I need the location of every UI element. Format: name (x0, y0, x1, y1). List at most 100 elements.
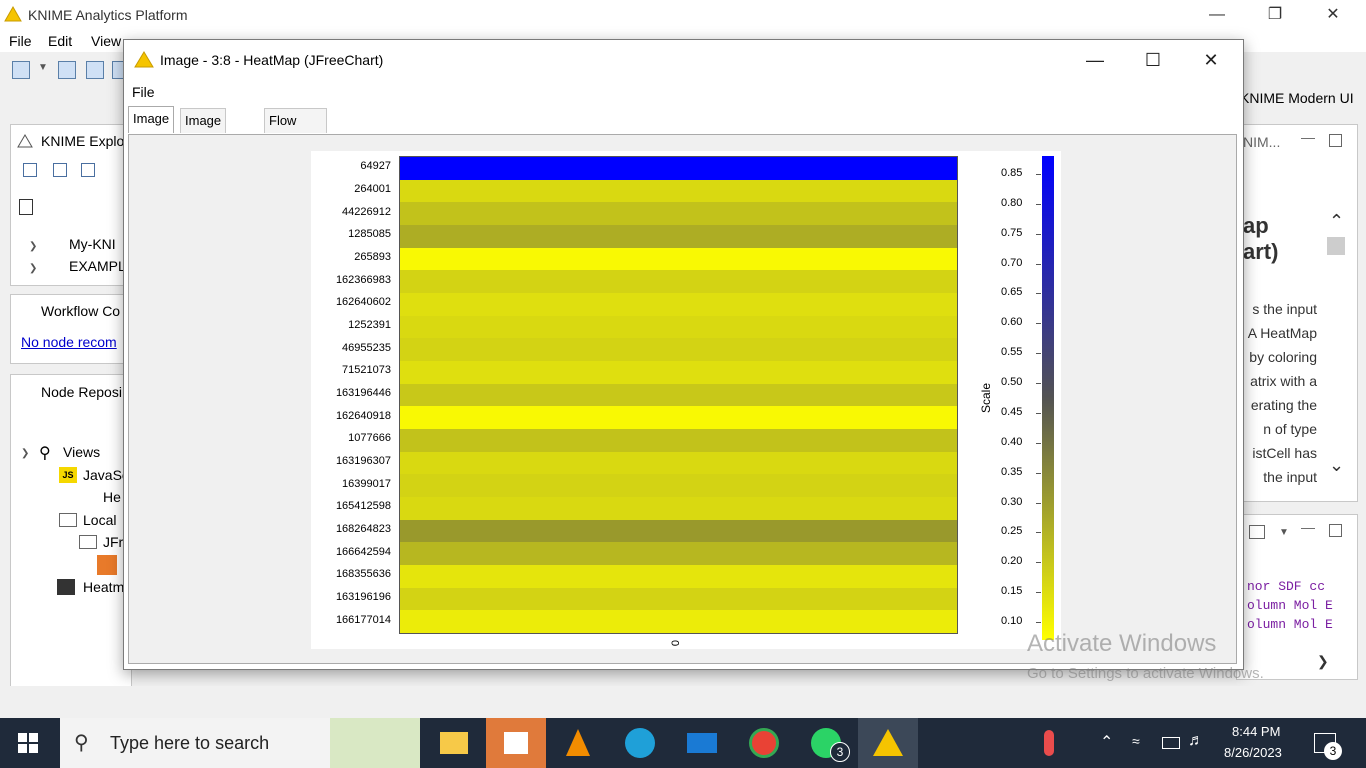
heatmap-node-icon[interactable] (97, 555, 117, 575)
dialog-close-button[interactable]: ✕ (1182, 40, 1240, 80)
chevron-right-icon[interactable]: ❯ (29, 241, 37, 252)
volume-icon[interactable]: ♬ (1188, 732, 1204, 750)
main-title-bar: KNIME Analytics Platform — ❐ ✕ (0, 0, 1366, 30)
chevron-down-icon[interactable]: ❯ (21, 448, 29, 459)
minimize-button[interactable]: — (1188, 0, 1246, 30)
scrollbar-thumb[interactable] (1327, 237, 1345, 255)
scroll-up-icon[interactable]: ⌃ (1329, 211, 1344, 232)
scale-tick-mark (1036, 323, 1041, 325)
description-panel: NIM... — ap art) s the input A HeatMap b… (1236, 124, 1358, 502)
temperature-icon[interactable] (1044, 730, 1054, 756)
no-node-recommendation-link[interactable]: No node recom (21, 334, 117, 350)
minimize-icon[interactable]: — (1301, 519, 1315, 535)
heatmap-chart: 64927 264001 44226912 1285085 265893 16236698… (311, 151, 1061, 649)
scale-tick-mark (1036, 442, 1041, 444)
row-labels: 64927 264001 44226912 1285085 265893 16236698… (311, 151, 391, 649)
dialog-minimize-button[interactable]: — (1066, 40, 1124, 80)
row-label: 163196196 (335, 591, 391, 603)
tree-item-jfreechart[interactable]: JFr (103, 534, 123, 550)
tree-item-heatmap[interactable]: Heatm (83, 579, 124, 595)
chrome-icon[interactable] (734, 718, 794, 768)
save-as-icon[interactable] (86, 61, 104, 79)
tree-item-heatmap-js[interactable]: He (103, 489, 121, 505)
scale-tick-mark (1036, 263, 1041, 265)
heatmap-cell (400, 179, 957, 203)
row-label: 1077666 (348, 432, 391, 445)
image-dialog: Image - 3:8 - HeatMap (JFreeChart) — ☐ ✕… (123, 39, 1244, 670)
battery-icon[interactable] (1162, 737, 1180, 749)
heatmap-cell (400, 270, 957, 294)
menu-view[interactable]: View (91, 33, 121, 49)
description-tab[interactable]: NIM... (1243, 134, 1280, 150)
heatmap-cell (400, 338, 957, 362)
console-panel: ▼ — nor SDF cc olumn Mol E olumn Mol E ❯ (1236, 514, 1358, 680)
link-editor-icon[interactable] (81, 163, 95, 177)
workflow-coach-tab[interactable]: Workflow Co (41, 303, 120, 319)
scroll-down-icon[interactable]: ⌄ (1329, 455, 1344, 476)
document-icon[interactable] (19, 199, 33, 215)
chevron-right-icon[interactable]: ❯ (29, 263, 37, 274)
row-label: 163196446 (335, 387, 391, 399)
maximize-icon[interactable] (1329, 524, 1342, 537)
explorer-tab[interactable]: KNIME Explo (41, 133, 124, 149)
chevron-down-icon[interactable]: ▼ (1279, 527, 1289, 538)
maximize-icon[interactable] (1329, 134, 1342, 147)
explorer-icon (17, 134, 33, 148)
heatmap-cell (400, 474, 957, 498)
save-icon[interactable] (58, 61, 76, 79)
chevron-up-icon[interactable]: ⌃ (1100, 732, 1113, 752)
collapse-all-icon[interactable] (53, 163, 67, 177)
file-explorer-icon[interactable] (424, 718, 484, 768)
row-label: 16399017 (342, 477, 391, 490)
description-line: the input (1263, 469, 1317, 485)
taskbar-search-box[interactable]: ⚲ Type here to search (60, 718, 420, 768)
scale-tick-mark (1036, 203, 1041, 205)
row-label: 166177014 (335, 613, 391, 626)
windows-start-icon[interactable] (18, 733, 38, 753)
column-label: 0 (670, 639, 683, 647)
console-icon[interactable] (1249, 525, 1265, 539)
scale-tick-label: 0.10 (1001, 615, 1023, 628)
dialog-menu-file[interactable]: File (132, 84, 155, 100)
wifi-icon[interactable]: ≈ (1132, 733, 1140, 749)
edge-icon[interactable] (610, 718, 670, 768)
new-workflow-icon[interactable] (12, 61, 30, 79)
vlc-icon[interactable] (548, 718, 608, 768)
close-button[interactable]: ✕ (1304, 0, 1362, 30)
expand-all-icon[interactable] (23, 163, 37, 177)
scale-tick-label: 0.55 (1001, 346, 1023, 359)
menu-file[interactable]: File (9, 33, 32, 49)
mail-icon[interactable] (672, 718, 732, 768)
store-icon[interactable] (486, 718, 546, 768)
minimize-icon[interactable]: — (1301, 129, 1315, 145)
heatmap-cell (400, 315, 957, 339)
heatmap-cell (400, 519, 957, 543)
knime-taskbar-icon[interactable] (858, 718, 918, 768)
dialog-maximize-button[interactable]: ☐ (1124, 40, 1182, 80)
perspective-label[interactable]: KNIME Modern UI (1240, 90, 1354, 106)
row-label: 71521073 (342, 364, 391, 377)
row-label: 168264823 (335, 523, 391, 535)
whatsapp-icon[interactable]: 3 (796, 718, 856, 768)
explorer-item-my-knime[interactable]: My-KNI (69, 236, 116, 252)
heatmap-cell (400, 157, 957, 181)
row-label: 168355636 (335, 568, 391, 581)
scale-tick-label: 0.15 (1001, 585, 1023, 598)
clock-time[interactable]: 8:44 PM (1232, 724, 1280, 739)
tab-image-spec[interactable]: Image Spec (180, 108, 227, 152)
tree-item-local[interactable]: Local (83, 512, 116, 528)
row-label: 166642594 (335, 545, 391, 558)
maximize-button[interactable]: ❐ (1246, 0, 1304, 30)
menu-edit[interactable]: Edit (48, 33, 72, 49)
node-repository-tab[interactable]: Node Reposi (41, 384, 122, 400)
window-title: KNIME Analytics Platform (28, 7, 188, 23)
tree-item-views[interactable]: Views (63, 444, 100, 460)
chevron-down-icon[interactable]: ▼ (38, 62, 48, 73)
tab-image[interactable]: Image (128, 106, 175, 133)
explorer-item-examples[interactable]: EXAMPL (69, 258, 126, 274)
scroll-right-icon[interactable]: ❯ (1317, 653, 1329, 670)
clock-date[interactable]: 8/26/2023 (1224, 745, 1282, 760)
taskbar: ⚲ Type here to search 3 ⌃ ≈ ♬ 8:44 PM 8/… (0, 718, 1366, 768)
activate-windows-subtitle: Go to Settings to activate Windows. (1027, 665, 1264, 682)
tab-flow-variables[interactable]: Flow Variables (264, 108, 328, 152)
